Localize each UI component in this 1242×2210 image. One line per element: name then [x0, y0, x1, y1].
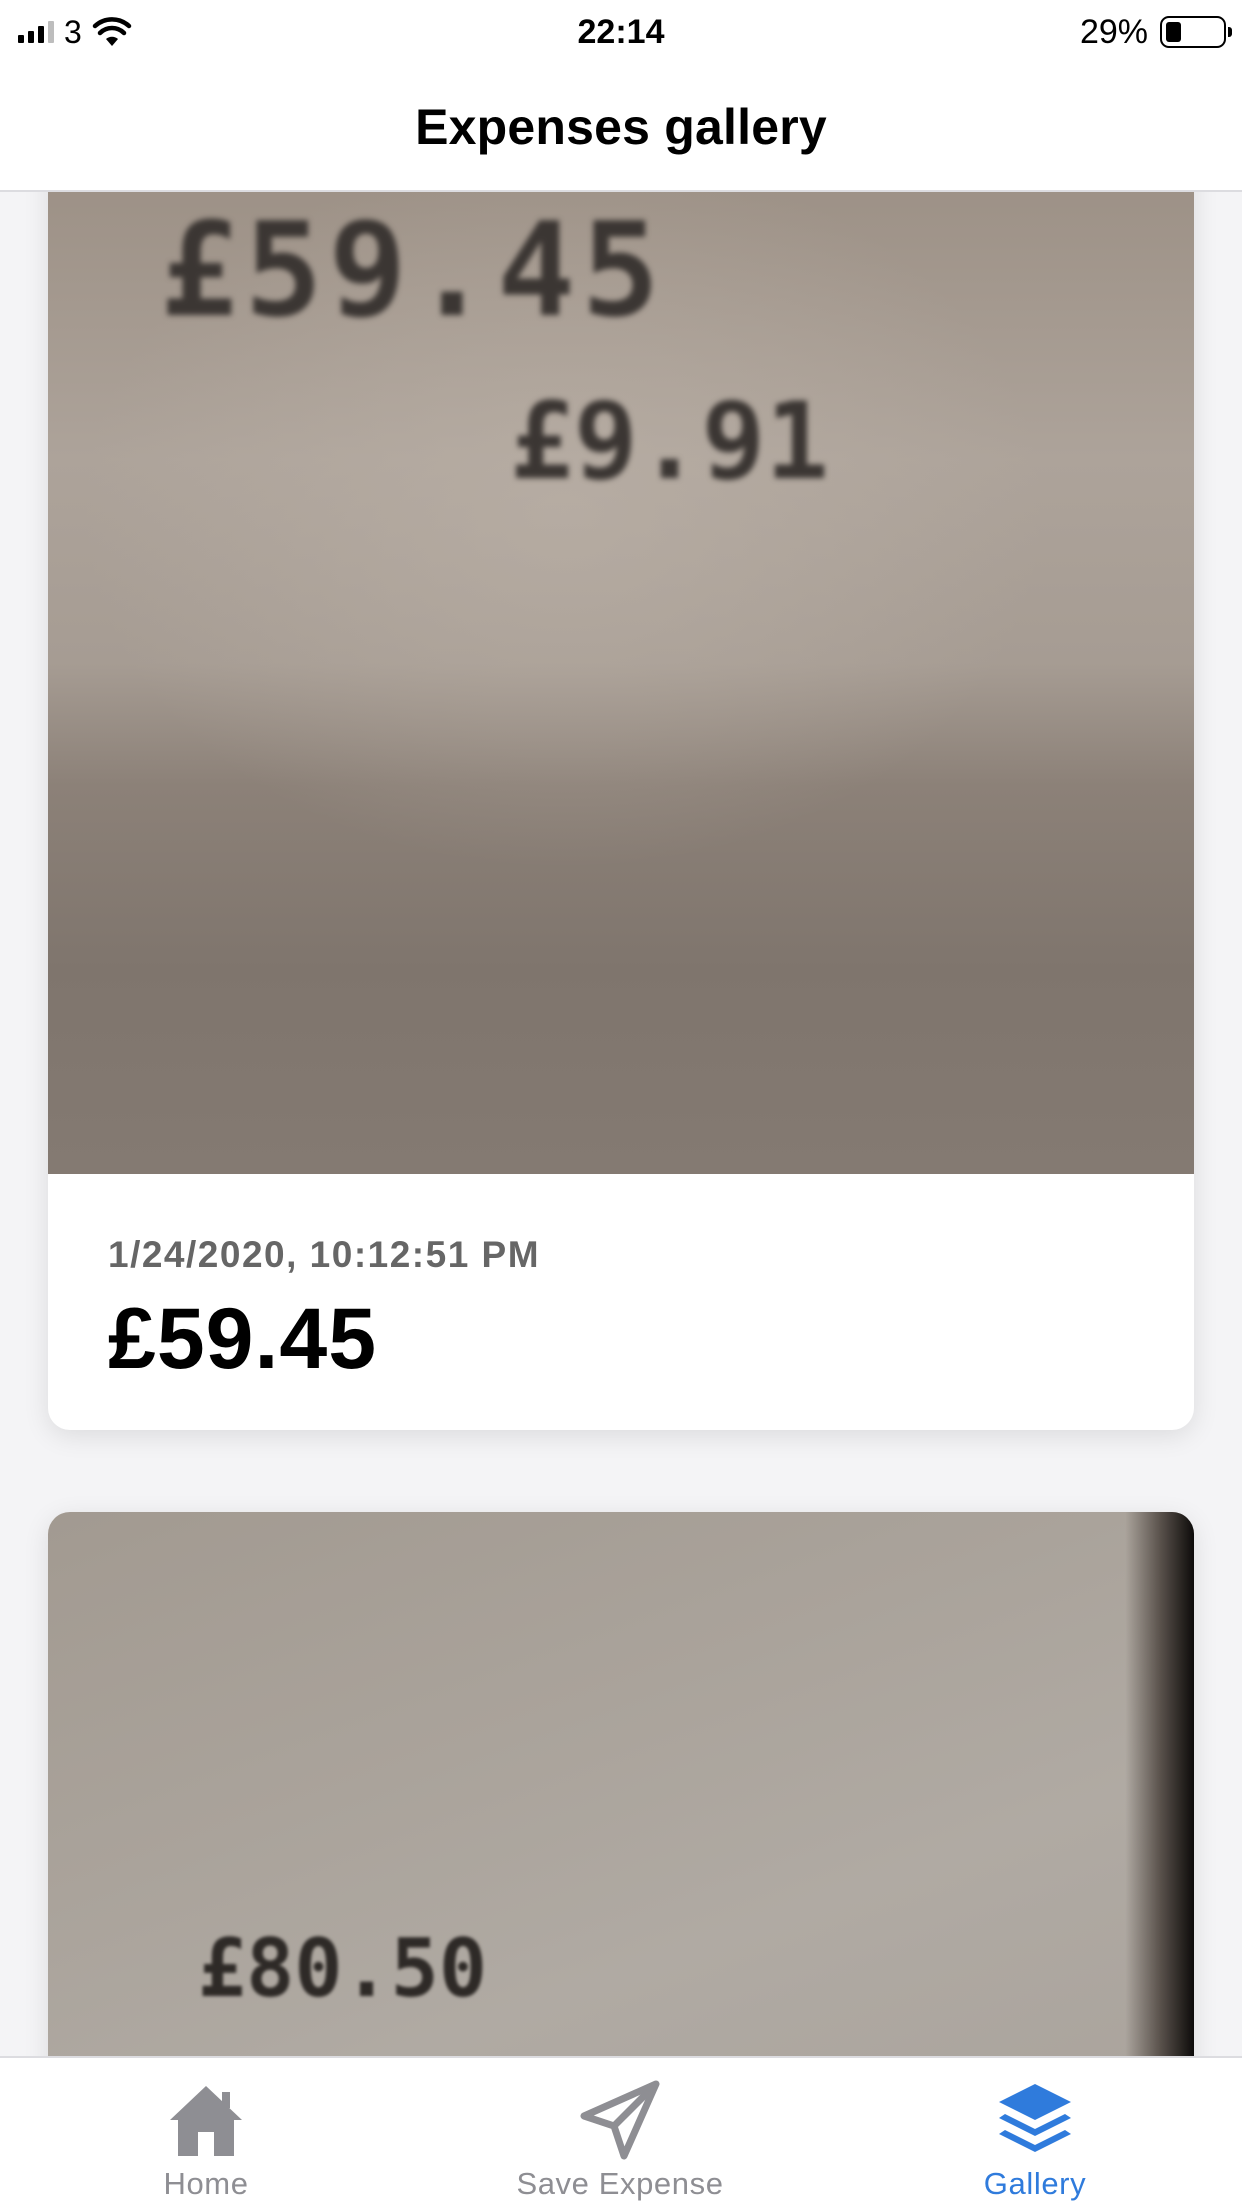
expense-card[interactable]: £80.50 [48, 1512, 1194, 2056]
receipt-photo: £59.45 £9.91 [48, 192, 1194, 1174]
status-time: 22:14 [577, 13, 665, 51]
paper-plane-icon [580, 2080, 660, 2160]
status-bar: 3 22:14 29% [0, 0, 1242, 64]
receipt-photo-text: £59.45 [160, 194, 666, 346]
tab-save-expense[interactable]: Save Expense [470, 2058, 770, 2210]
battery-level-fill [1166, 22, 1181, 42]
tab-home[interactable]: Home [56, 2058, 356, 2210]
status-right: 29% [1079, 10, 1232, 54]
receipt-photo-text: £80.50 [198, 1922, 487, 2015]
tab-label: Gallery [983, 2166, 1087, 2201]
receipt-photo-text: £9.91 [510, 380, 830, 503]
tab-label: Save Expense [516, 2166, 724, 2201]
expense-details: 1/24/2020, 10:12:51 PM £59.45 [48, 1174, 1194, 1389]
receipt-photo: £80.50 [48, 1512, 1194, 2056]
expense-amount: £59.45 [108, 1291, 378, 1387]
battery-percentage: 29% [1079, 12, 1148, 51]
page-title: Expenses gallery [415, 99, 827, 155]
layers-icon [999, 2084, 1071, 2152]
navigation-header: Expenses gallery [0, 64, 1242, 192]
expense-card[interactable]: £59.45 £9.91 1/24/2020, 10:12:51 PM £59.… [48, 192, 1194, 1430]
expense-date: 1/24/2020, 10:12:51 PM [108, 1234, 541, 1275]
home-icon [170, 2086, 242, 2156]
battery-icon [1160, 16, 1232, 48]
tab-bar: Home Save Expense Gallery [0, 2056, 1242, 2210]
tab-label: Home [163, 2166, 249, 2201]
expenses-list[interactable]: £59.45 £9.91 1/24/2020, 10:12:51 PM £59.… [0, 192, 1242, 2056]
tab-gallery[interactable]: Gallery [885, 2058, 1185, 2210]
